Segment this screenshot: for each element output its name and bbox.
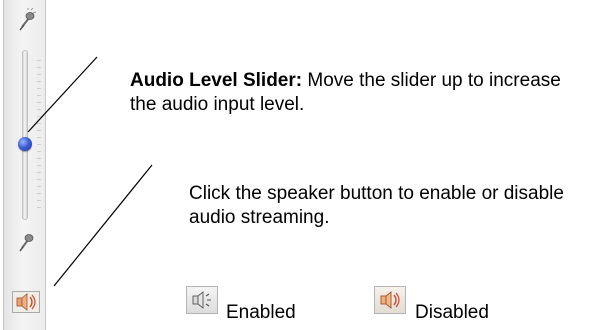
annotation-leader-lines bbox=[27, 56, 153, 287]
slider-annotation-title: Audio Level Slider: bbox=[130, 70, 303, 91]
microphone-icon bbox=[19, 234, 34, 252]
audio-level-slider-thumb[interactable] bbox=[18, 136, 32, 151]
speaker-icon bbox=[380, 291, 400, 309]
speaker-disabled-icon bbox=[374, 286, 406, 314]
speaker-icon bbox=[192, 291, 211, 309]
speaker-button[interactable] bbox=[12, 291, 40, 313]
slider-tick-marks bbox=[37, 60, 41, 210]
audio-control-panel bbox=[3, 0, 46, 330]
microphone-icon bbox=[19, 8, 36, 31]
audio-level-slider-track[interactable] bbox=[22, 50, 28, 220]
speaker-icon bbox=[16, 293, 36, 311]
slider-annotation: Audio Level Slider: Move the slider up t… bbox=[130, 69, 585, 117]
speaker-enabled-icon bbox=[186, 286, 218, 314]
speaker-annotation: Click the speaker button to enable or di… bbox=[189, 183, 564, 228]
enabled-label: Enabled bbox=[226, 302, 296, 323]
disabled-label: Disabled bbox=[415, 302, 489, 323]
